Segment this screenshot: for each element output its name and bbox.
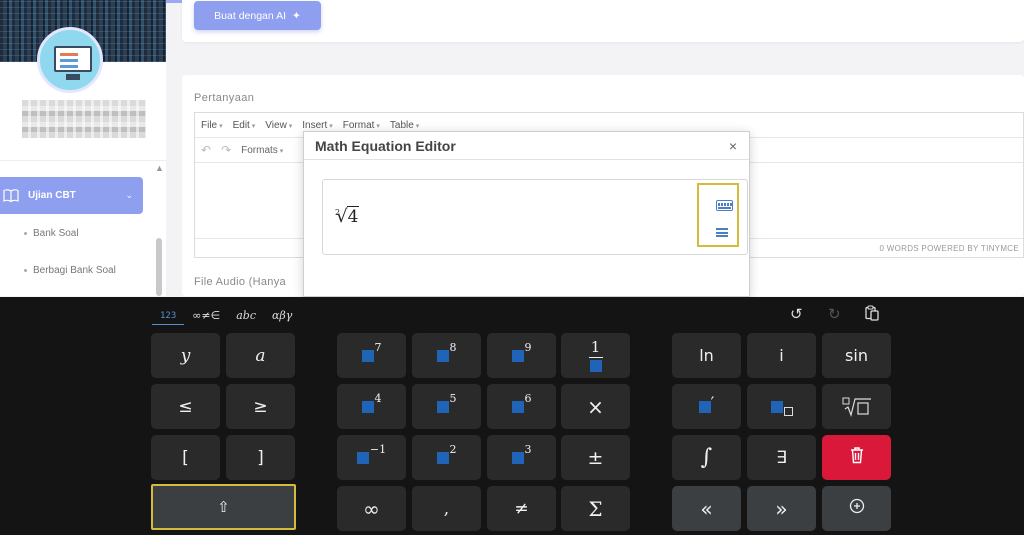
tab-numeric[interactable]: 123 [152, 305, 185, 325]
trash-icon [849, 446, 865, 469]
delete-button[interactable] [822, 435, 891, 480]
sidebar-scrollbar[interactable] [156, 238, 162, 296]
key-a[interactable]: a [226, 333, 295, 378]
key-prime[interactable]: ′ [672, 384, 741, 429]
key-infinity[interactable]: ∞ [337, 486, 406, 531]
key-plus-minus[interactable]: ± [561, 435, 630, 480]
key-sin[interactable]: sin [822, 333, 891, 378]
key-comma[interactable]: , [412, 486, 481, 531]
plus-circle-icon [849, 498, 865, 519]
key-right-bracket[interactable]: ] [226, 435, 295, 480]
tab-alphabetic[interactable]: abc [228, 305, 264, 325]
sidebar: ▲ Ujian CBT ⌄ Bank Soal Berbagi Bank Soa… [0, 0, 166, 296]
undo-icon[interactable]: ↶ [201, 143, 211, 157]
sidebar-item-ujian-cbt[interactable]: Ujian CBT ⌄ [0, 177, 143, 214]
move-left-button[interactable]: « [672, 486, 741, 531]
book-icon [2, 188, 20, 204]
enter-button[interactable] [822, 486, 891, 531]
dialog-title: Math Equation Editor [315, 137, 456, 154]
key-power-minus-1[interactable]: −1 [337, 435, 406, 480]
key-power-6[interactable]: 6 [487, 384, 556, 429]
key-exists[interactable]: ∃ [747, 435, 816, 480]
menu-file[interactable]: File [201, 120, 223, 131]
key-reciprocal[interactable]: 1 [561, 333, 630, 378]
sparkle-icon: ✦ [292, 9, 301, 22]
root-index: 2 [335, 208, 341, 217]
move-right-button[interactable]: » [747, 486, 816, 531]
key-subscript[interactable] [747, 384, 816, 429]
sidebar-item-label: Ujian CBT [28, 190, 76, 201]
tab-symbols[interactable]: ∞≠∈ [184, 305, 228, 325]
key-nth-root[interactable] [822, 384, 891, 429]
question-label: Pertanyaan [194, 92, 255, 104]
key-sum[interactable]: Σ [561, 486, 630, 531]
close-icon[interactable]: × [725, 138, 741, 154]
math-field-toolbar [697, 183, 739, 247]
formats-dropdown[interactable]: Formats [241, 145, 283, 156]
key-y[interactable]: y [151, 333, 220, 378]
key-less-equal[interactable]: ≤ [151, 384, 220, 429]
keyboard-icon[interactable] [716, 200, 733, 211]
keyboard-tabs: 123 ∞≠∈ abc αβγ [152, 305, 300, 325]
key-ln[interactable]: ln [672, 333, 741, 378]
radicand: 4 [346, 206, 360, 227]
computer-illustration-icon [54, 46, 92, 72]
key-power-5[interactable]: 5 [412, 384, 481, 429]
avatar[interactable] [37, 27, 103, 93]
menu-icon[interactable] [716, 228, 728, 237]
key-times[interactable]: × [561, 384, 630, 429]
menu-insert[interactable]: Insert [302, 120, 332, 131]
key-power-8[interactable]: 8 [412, 333, 481, 378]
sidebar-subitem-bank-soal[interactable]: Bank Soal [24, 228, 79, 239]
ai-generate-button[interactable]: Buat dengan AI ✦ [194, 1, 321, 30]
math-equation-dialog: Math Equation Editor × 2 √ 4 [303, 131, 750, 297]
sidebar-subitem-berbagi-bank-soal[interactable]: Berbagi Bank Soal [24, 265, 116, 276]
tab-greek[interactable]: αβγ [264, 305, 300, 325]
redo-icon[interactable]: ↷ [221, 143, 231, 157]
math-field[interactable]: 2 √ 4 [322, 179, 748, 255]
key-left-bracket[interactable]: [ [151, 435, 220, 480]
menu-format[interactable]: Format [343, 120, 380, 131]
key-greater-equal[interactable]: ≥ [226, 384, 295, 429]
shift-arrow-icon: ⇧ [217, 498, 230, 516]
menu-table[interactable]: Table [390, 120, 419, 131]
key-integral[interactable]: ∫ [672, 435, 741, 480]
audio-file-label: File Audio (Hanya [194, 276, 286, 288]
menu-edit[interactable]: Edit [233, 120, 256, 131]
shift-key[interactable]: ⇧ [151, 484, 296, 530]
clipboard-icon[interactable] [864, 305, 880, 325]
key-i[interactable]: i [747, 333, 816, 378]
menu-view[interactable]: View [265, 120, 292, 131]
pixelated-user-name [22, 100, 146, 138]
math-expression: 2 √ 4 [335, 206, 360, 227]
redo-icon[interactable]: ↻ [828, 305, 841, 323]
key-power-7[interactable]: 7 [337, 333, 406, 378]
key-power-2[interactable]: 2 [412, 435, 481, 480]
key-power-3[interactable]: 3 [487, 435, 556, 480]
key-power-4[interactable]: 4 [337, 384, 406, 429]
key-power-9[interactable]: 9 [487, 333, 556, 378]
key-not-equal[interactable]: ≠ [487, 486, 556, 531]
scroll-up-arrow-icon[interactable]: ▲ [155, 163, 164, 173]
undo-icon[interactable]: ↺ [790, 305, 803, 323]
chevron-down-icon: ⌄ [125, 190, 133, 200]
